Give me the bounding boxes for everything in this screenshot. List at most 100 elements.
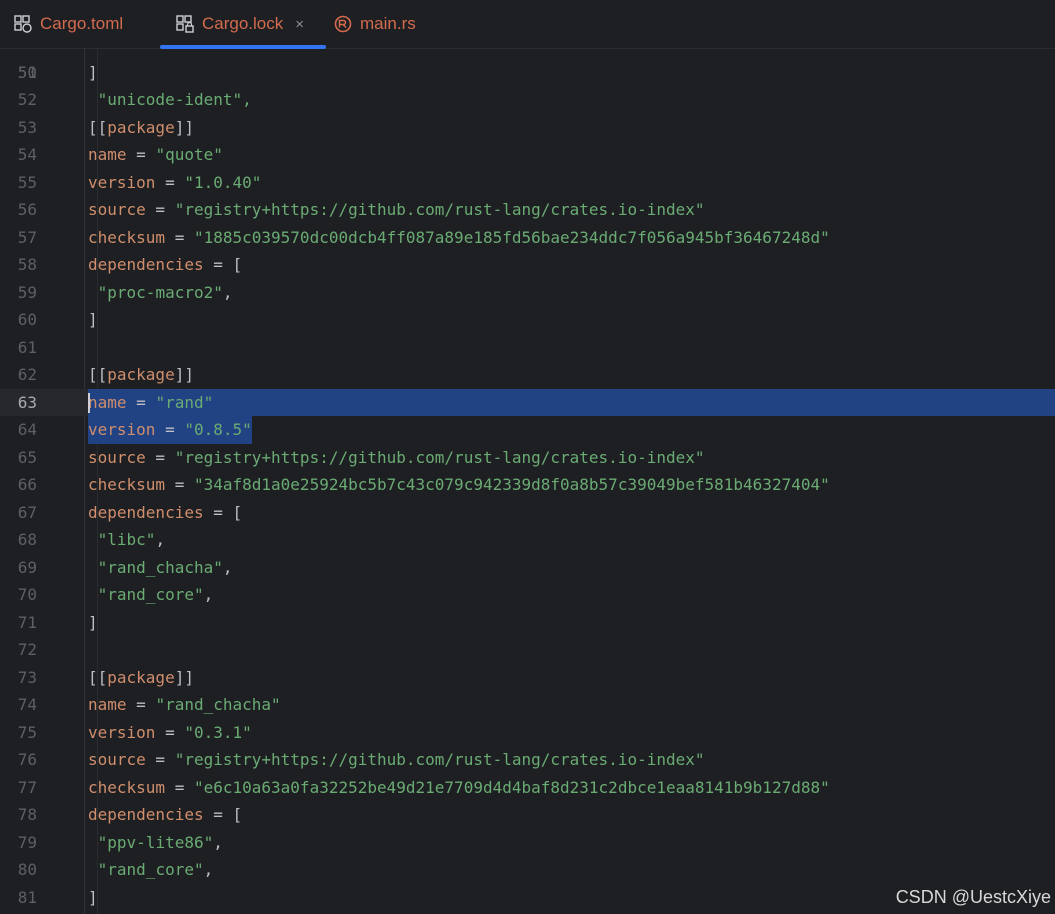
- code-line: 55 version = "1.0.40": [0, 169, 1055, 197]
- code-text: "libc",: [97, 530, 166, 549]
- code-text: ]: [88, 612, 98, 632]
- code-text: "rand_chacha",: [97, 557, 233, 577]
- code-line: 68 "libc",: [0, 526, 1055, 554]
- code-text: "ppv-lite86",: [97, 832, 223, 852]
- code-line: 62 [[package]]: [0, 361, 1055, 389]
- line-number: 79: [17, 832, 37, 852]
- editor-tab-bar: Cargo.toml Cargo.lock × main.rs: [0, 0, 1055, 49]
- code-text: dependencies = [: [88, 805, 243, 824]
- code-text: "proc-macro2",: [97, 282, 233, 302]
- selection-highlight: [88, 388, 1055, 416]
- code-line: 53 [[package]]: [0, 114, 1055, 142]
- code-text: ]: [88, 310, 98, 329]
- tab-cargo-lock[interactable]: Cargo.lock ×: [159, 0, 327, 49]
- line-number: 78: [17, 805, 37, 824]
- code-text: version = "1.0.40": [88, 172, 262, 192]
- code-line: 74 name = "rand_chacha": [0, 691, 1055, 719]
- code-line: 79 "ppv-lite86",: [0, 829, 1055, 857]
- line-number: 74: [17, 695, 37, 714]
- line-number: 77: [17, 777, 37, 797]
- line-number: 80: [17, 860, 37, 879]
- code-line: 52: [0, 86, 1055, 114]
- code-line: 72: [0, 636, 1055, 664]
- line-number: 59: [17, 282, 37, 302]
- code-editor[interactable]: 50 "unicode-ident", 51] 52 53 [[package]] 54…: [0, 48, 1055, 914]
- tab-label: Cargo.toml: [40, 14, 124, 33]
- code-line: 63 name = "rand": [0, 388, 1055, 416]
- line-number: 51: [17, 62, 37, 82]
- line-number: 68: [17, 530, 37, 549]
- code-line: 61: [0, 334, 1055, 362]
- code-line: 66 checksum = "34af8d1a0e25924bc5b7c43c07…: [0, 471, 1055, 499]
- code-line: 56 source = "registry+https://github.com/…: [0, 196, 1055, 224]
- code-text: source = "registry+https://github.com/ru…: [88, 750, 705, 769]
- code-text: version = "0.3.1": [88, 722, 252, 742]
- code-text: [[package]]: [88, 667, 194, 687]
- text-caret: [88, 392, 90, 413]
- line-number: 67: [17, 502, 37, 522]
- code-text: checksum = "e6c10a63a0fa32252be49d21e770…: [88, 777, 830, 797]
- line-number: 75: [17, 722, 37, 742]
- line-number: 69: [17, 557, 37, 577]
- line-number: 53: [17, 117, 37, 137]
- code-text: "rand_core",: [97, 860, 214, 879]
- code-line: 64 version = "0.8.5": [0, 416, 1055, 444]
- code-text: name = "quote": [88, 145, 223, 164]
- code-text: [[package]]: [88, 365, 194, 384]
- line-number: 55: [17, 172, 37, 192]
- code-text: source = "registry+https://github.com/ru…: [88, 447, 705, 467]
- toml-file-icon: [14, 15, 32, 33]
- code-text: checksum = "1885c039570dc00dcb4ff087a89e…: [88, 227, 830, 247]
- line-number: 72: [17, 640, 37, 659]
- code-text: ]: [88, 62, 98, 82]
- code-line: 73 [[package]]: [0, 664, 1055, 692]
- code-text: ]: [88, 887, 98, 907]
- watermark: CSDN @UestcXiye: [895, 887, 1051, 907]
- code-text: [[package]]: [88, 117, 194, 137]
- rust-file-icon: [334, 15, 352, 33]
- code-text: source = "registry+https://github.com/ru…: [88, 200, 705, 219]
- code-text: "rand_core",: [97, 585, 214, 604]
- code-line: 78 dependencies = [: [0, 801, 1055, 829]
- line-number: 81: [17, 887, 37, 907]
- code-line: 76 source = "registry+https://github.com/…: [0, 746, 1055, 774]
- line-number: 61: [17, 337, 37, 357]
- code-line: 57 checksum = "1885c039570dc00dcb4ff087a8…: [0, 224, 1055, 252]
- lock-file-icon: [176, 15, 194, 33]
- tab-main-rs[interactable]: main.rs: [334, 0, 416, 48]
- line-number: 76: [17, 750, 37, 769]
- code-line: 70 "rand_core",: [0, 581, 1055, 609]
- code-line: 50 "unicode-ident",: [0, 48, 1055, 110]
- code-line: 67 dependencies = [: [0, 499, 1055, 527]
- close-icon[interactable]: ×: [295, 16, 304, 33]
- code-line: 69 "rand_chacha",: [0, 554, 1055, 582]
- line-number: 57: [17, 227, 37, 247]
- line-number: 70: [17, 585, 37, 604]
- line-number: 56: [17, 200, 37, 219]
- line-number: 60: [17, 310, 37, 329]
- code-line: 77 checksum = "e6c10a63a0fa32252be49d21e7…: [0, 774, 1055, 802]
- line-number: 63: [17, 392, 37, 412]
- line-number: 54: [17, 145, 37, 164]
- selected-code-text: version = "0.8.5": [88, 416, 252, 444]
- code-line: 65 source = "registry+https://github.com/…: [0, 444, 1055, 472]
- line-number: 52: [17, 90, 37, 109]
- code-line: 75 version = "0.3.1": [0, 719, 1055, 747]
- tab-label: Cargo.lock: [202, 14, 284, 33]
- tab-cargo-toml[interactable]: Cargo.toml: [14, 0, 123, 48]
- code-line: 80 "rand_core",: [0, 856, 1055, 884]
- line-number: 66: [17, 475, 37, 494]
- line-number: 62: [17, 365, 37, 384]
- tab-label: main.rs: [360, 14, 416, 33]
- code-line: 51]: [0, 59, 1055, 87]
- code-text: checksum = "34af8d1a0e25924bc5b7c43c079c…: [88, 475, 830, 494]
- line-number: 58: [17, 255, 37, 274]
- code-line: 54 name = "quote": [0, 141, 1055, 169]
- code-text: dependencies = [: [88, 255, 243, 274]
- line-number: 64: [17, 420, 37, 439]
- line-number: 71: [17, 612, 37, 632]
- line-number: 65: [17, 447, 37, 467]
- code-text: name = "rand_chacha": [88, 695, 281, 714]
- code-text: name = "rand": [88, 392, 214, 412]
- code-line: 60]: [0, 306, 1055, 334]
